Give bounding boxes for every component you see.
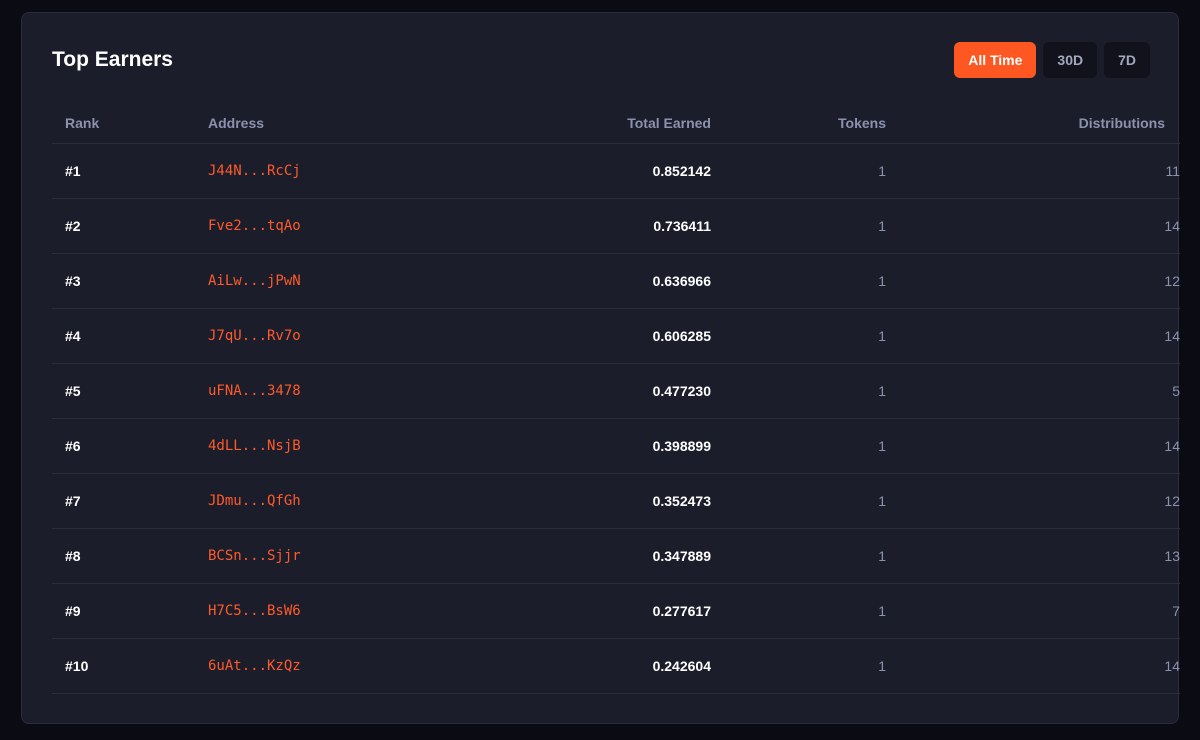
address-link[interactable]: 6uAt...KzQz (208, 638, 458, 694)
tokens-cell: 1 (711, 638, 886, 694)
table-row[interactable]: #10 6uAt...KzQz 0.242604 1 14 (52, 638, 1180, 694)
table-row[interactable]: #7 JDmu...QfGh 0.352473 1 12 (52, 473, 1180, 529)
address-link[interactable]: J44N...RcCj (208, 143, 458, 199)
column-header-rank: Rank (52, 102, 208, 144)
table-body: #1 J44N...RcCj 0.852142 1 11 #2 Fve2...tqAo 0.7… (52, 143, 1180, 694)
column-header-total-earned: Total Earned (458, 102, 711, 144)
tokens-cell: 1 (711, 308, 886, 364)
column-header-tokens: Tokens (711, 102, 886, 144)
total-earned-cell: 0.352473 (458, 473, 711, 529)
rank-cell: #9 (52, 583, 208, 639)
distributions-cell: 12 (886, 473, 1180, 529)
rank-cell: #5 (52, 363, 208, 419)
table-row[interactable]: #9 H7C5...BsW6 0.277617 1 7 (52, 583, 1180, 639)
table-row[interactable]: #4 J7qU...Rv7o 0.606285 1 14 (52, 308, 1180, 364)
rank-cell: #3 (52, 253, 208, 309)
address-link[interactable]: 4dLL...NsjB (208, 418, 458, 474)
table-row[interactable]: #5 uFNA...3478 0.477230 1 5 (52, 363, 1180, 419)
distributions-cell: 5 (886, 363, 1180, 419)
table-header-row: Rank Address Total Earned Tokens Distrib… (52, 102, 1180, 144)
table-row[interactable]: #6 4dLL...NsjB 0.398899 1 14 (52, 418, 1180, 474)
table-row[interactable]: #1 J44N...RcCj 0.852142 1 11 (52, 143, 1180, 199)
address-link[interactable]: JDmu...QfGh (208, 473, 458, 529)
address-link[interactable]: Fve2...tqAo (208, 198, 458, 254)
tokens-cell: 1 (711, 253, 886, 309)
address-link[interactable]: H7C5...BsW6 (208, 583, 458, 639)
earners-table: Rank Address Total Earned Tokens Distrib… (52, 102, 1180, 694)
address-link[interactable]: BCSn...Sjjr (208, 528, 458, 584)
distributions-cell: 14 (886, 198, 1180, 254)
tokens-cell: 1 (711, 528, 886, 584)
tokens-cell: 1 (711, 473, 886, 529)
table-row[interactable]: #3 AiLw...jPwN 0.636966 1 12 (52, 253, 1180, 309)
distributions-cell: 12 (886, 253, 1180, 309)
address-link[interactable]: uFNA...3478 (208, 363, 458, 419)
total-earned-cell: 0.606285 (458, 308, 711, 364)
filter-7d-button[interactable]: 7D (1104, 42, 1150, 78)
distributions-cell: 14 (886, 638, 1180, 694)
total-earned-cell: 0.398899 (458, 418, 711, 474)
distributions-cell: 14 (886, 418, 1180, 474)
rank-cell: #7 (52, 473, 208, 529)
filter-all-time-button[interactable]: All Time (954, 42, 1037, 78)
tokens-cell: 1 (711, 583, 886, 639)
distributions-cell: 7 (886, 583, 1180, 639)
filter-30d-button[interactable]: 30D (1043, 42, 1098, 78)
address-link[interactable]: AiLw...jPwN (208, 253, 458, 309)
column-header-distributions: Distributions (886, 102, 1180, 144)
total-earned-cell: 0.277617 (458, 583, 711, 639)
rank-cell: #8 (52, 528, 208, 584)
total-earned-cell: 0.736411 (458, 198, 711, 254)
distributions-cell: 13 (886, 528, 1180, 584)
card-title: Top Earners (52, 48, 173, 71)
total-earned-cell: 0.477230 (458, 363, 711, 419)
rank-cell: #2 (52, 198, 208, 254)
distributions-cell: 14 (886, 308, 1180, 364)
distributions-cell: 11 (886, 143, 1180, 199)
tokens-cell: 1 (711, 363, 886, 419)
time-filter-group: All Time 30D 7D (954, 42, 1150, 78)
address-link[interactable]: J7qU...Rv7o (208, 308, 458, 364)
total-earned-cell: 0.852142 (458, 143, 711, 199)
rank-cell: #1 (52, 143, 208, 199)
column-header-address: Address (208, 102, 458, 144)
total-earned-cell: 0.347889 (458, 528, 711, 584)
top-earners-card: Top Earners All Time 30D 7D Rank Address… (21, 12, 1180, 724)
table-row[interactable]: #2 Fve2...tqAo 0.736411 1 14 (52, 198, 1180, 254)
tokens-cell: 1 (711, 418, 886, 474)
tokens-cell: 1 (711, 143, 886, 199)
tokens-cell: 1 (711, 198, 886, 254)
table-row[interactable]: #8 BCSn...Sjjr 0.347889 1 13 (52, 528, 1180, 584)
total-earned-cell: 0.242604 (458, 638, 711, 694)
rank-cell: #4 (52, 308, 208, 364)
total-earned-cell: 0.636966 (458, 253, 711, 309)
rank-cell: #10 (52, 638, 208, 694)
rank-cell: #6 (52, 418, 208, 474)
